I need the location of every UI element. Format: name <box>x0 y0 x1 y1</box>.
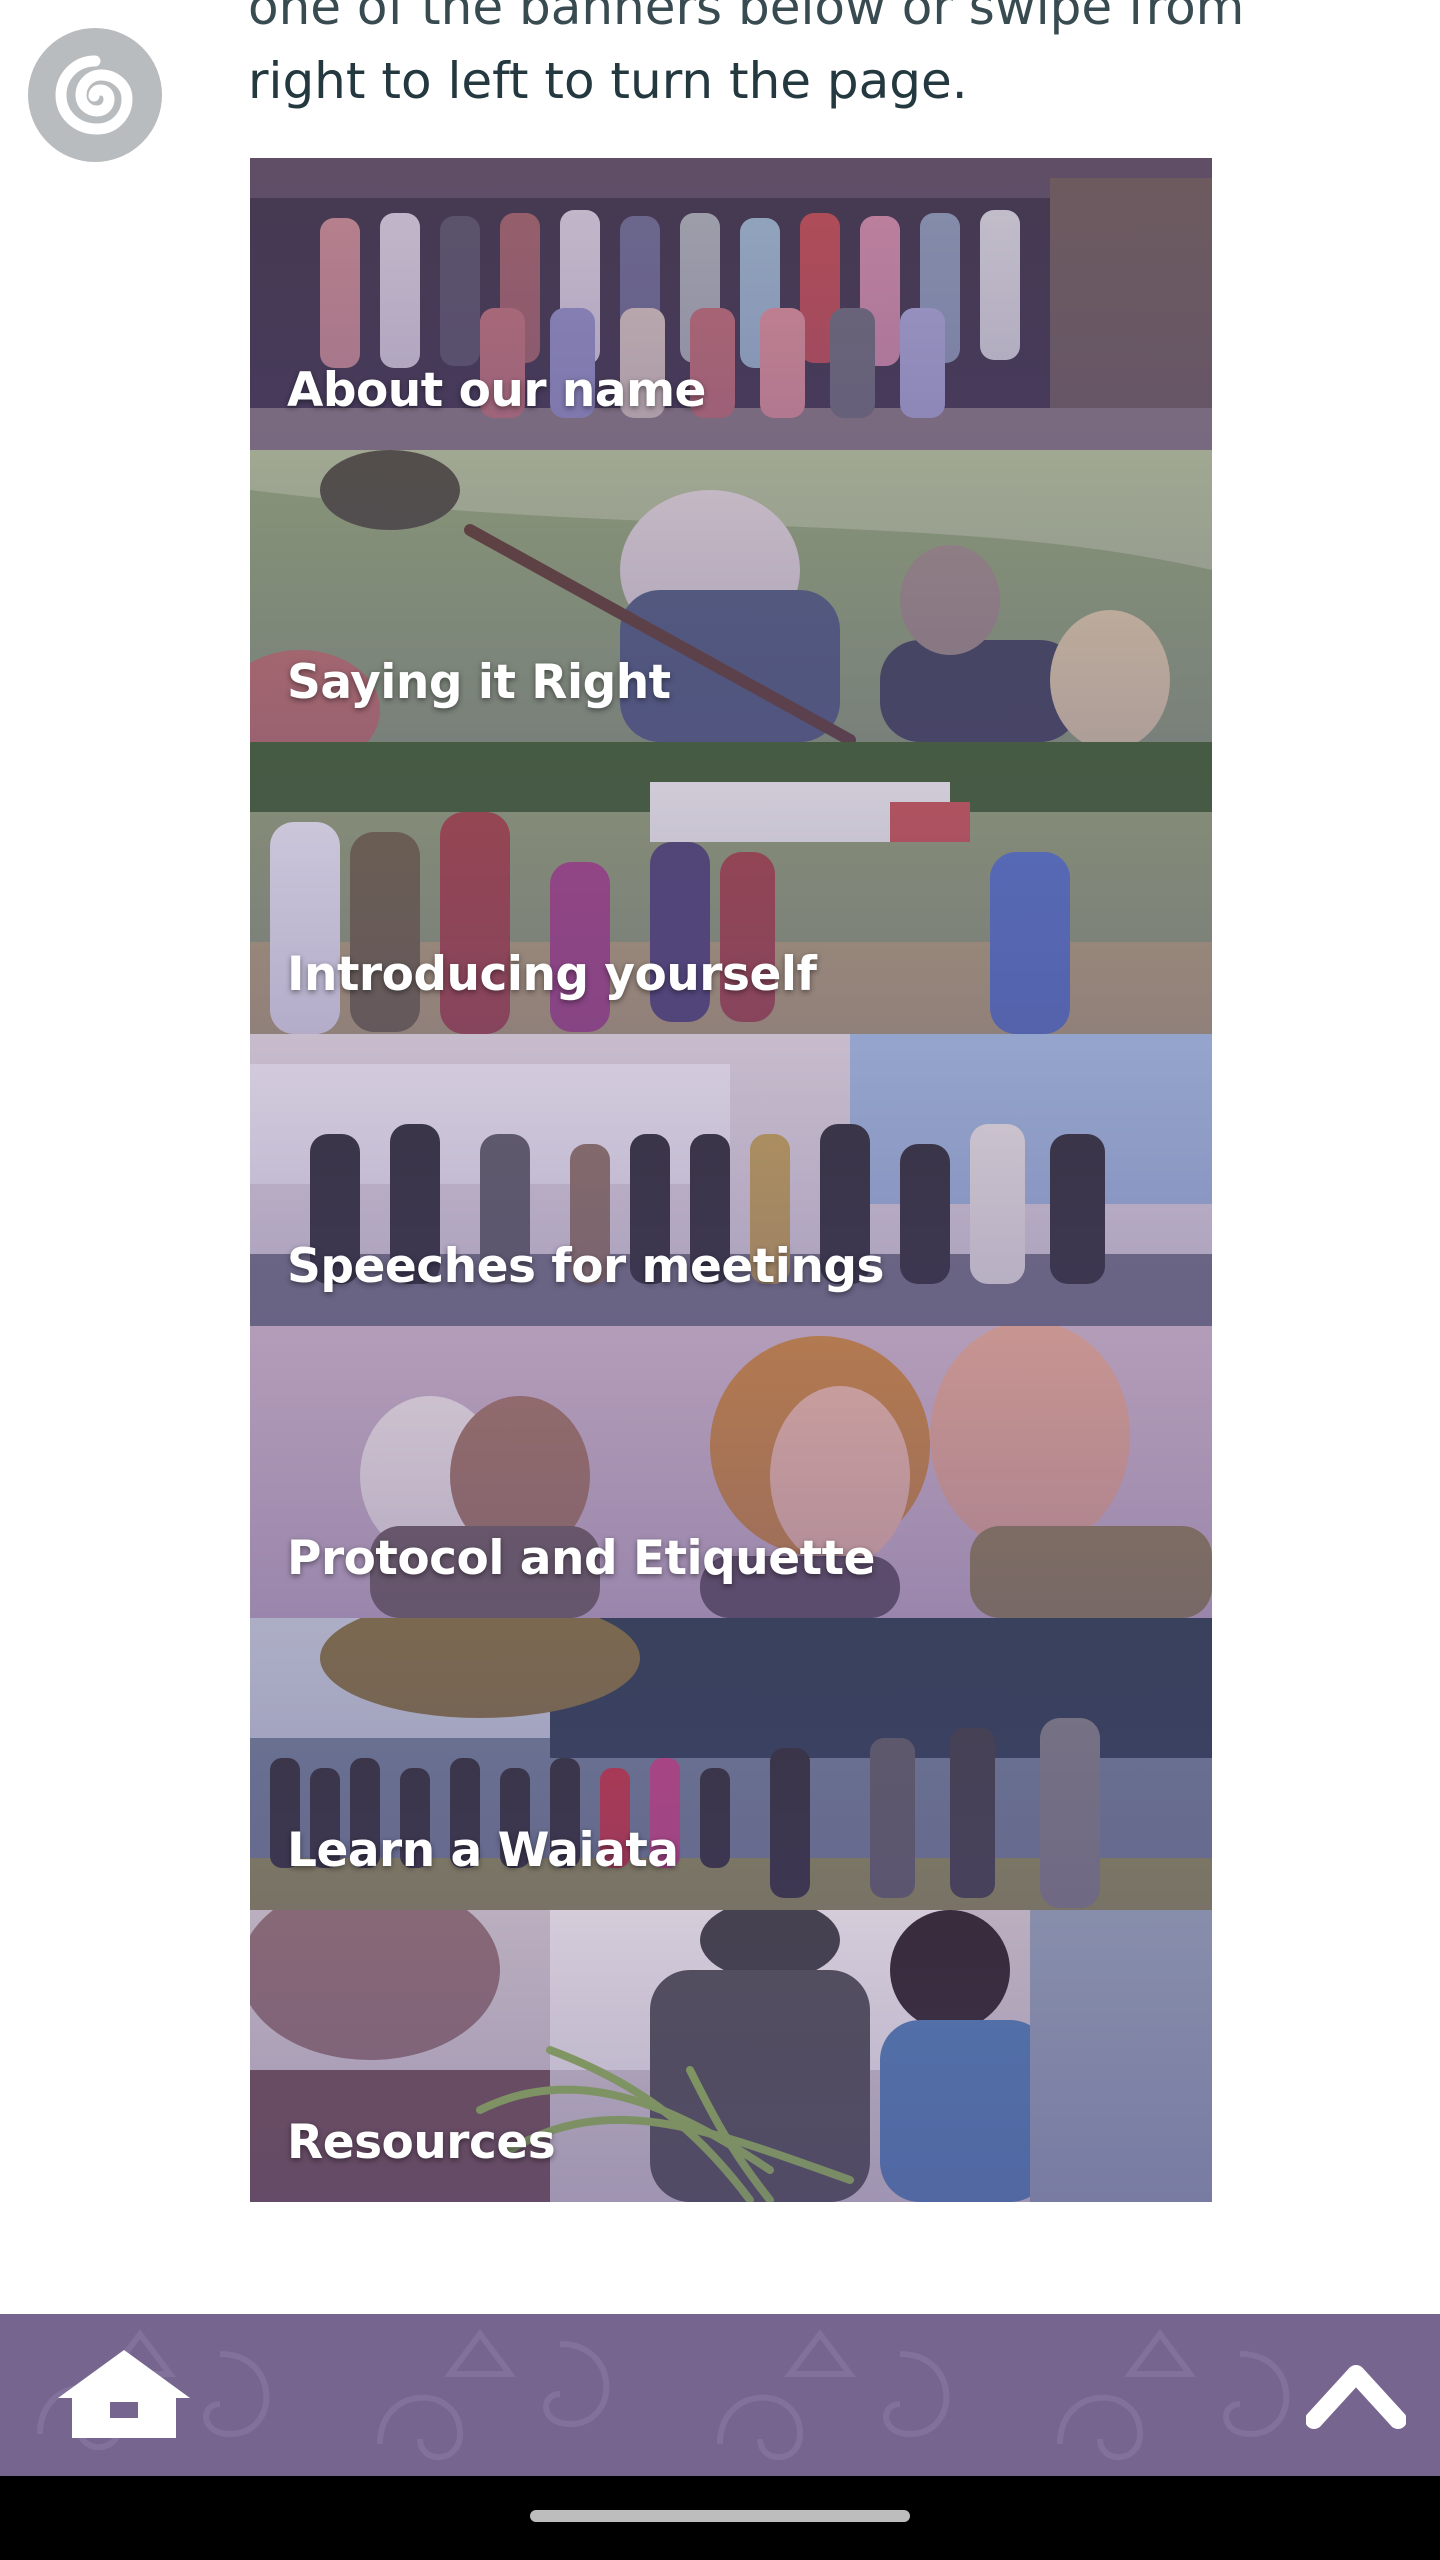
banner-about-our-name[interactable]: About our name <box>250 158 1212 450</box>
page: one of the banners below or swipe from r… <box>0 0 1440 2560</box>
banner-resources[interactable]: Resources <box>250 1910 1212 2202</box>
system-navigation-bar <box>0 2476 1440 2560</box>
banner-list: About our name Saying it Right Introduci… <box>250 158 1212 2202</box>
intro-line: right to left to turn the page. <box>248 52 968 110</box>
banner-label: Learn a Waiata <box>287 1823 679 1878</box>
banner-label: Speeches for meetings <box>287 1239 884 1294</box>
banner-label: Introducing yourself <box>287 947 817 1002</box>
banner-label: Saying it Right <box>287 655 671 710</box>
banner-label: Protocol and Etiquette <box>287 1531 875 1586</box>
koru-pattern-background <box>37 2329 1290 2461</box>
home-button[interactable] <box>52 2344 196 2444</box>
banner-saying-it-right[interactable]: Saying it Right <box>250 450 1212 742</box>
banner-label: About our name <box>287 363 706 418</box>
banner-protocol-and-etiquette[interactable]: Protocol and Etiquette <box>250 1326 1212 1618</box>
intro-line-partial: one of the banners below or swipe from <box>248 0 1245 36</box>
banner-label: Resources <box>287 2115 556 2170</box>
intro-text: one of the banners below or swipe from r… <box>248 0 1248 118</box>
banner-speeches-for-meetings[interactable]: Speeches for meetings <box>250 1034 1212 1326</box>
koru-icon <box>55 55 133 135</box>
gesture-home-indicator[interactable] <box>530 2510 910 2522</box>
whare-home-icon <box>58 2350 190 2438</box>
scroll-up-button[interactable] <box>1305 2354 1407 2434</box>
bottom-nav-bar <box>0 2314 1440 2476</box>
banner-learn-a-waiata[interactable]: Learn a Waiata <box>250 1618 1212 1910</box>
chevron-up-icon <box>1305 2365 1407 2429</box>
menu-button[interactable] <box>28 28 162 162</box>
banner-introducing-yourself[interactable]: Introducing yourself <box>250 742 1212 1034</box>
